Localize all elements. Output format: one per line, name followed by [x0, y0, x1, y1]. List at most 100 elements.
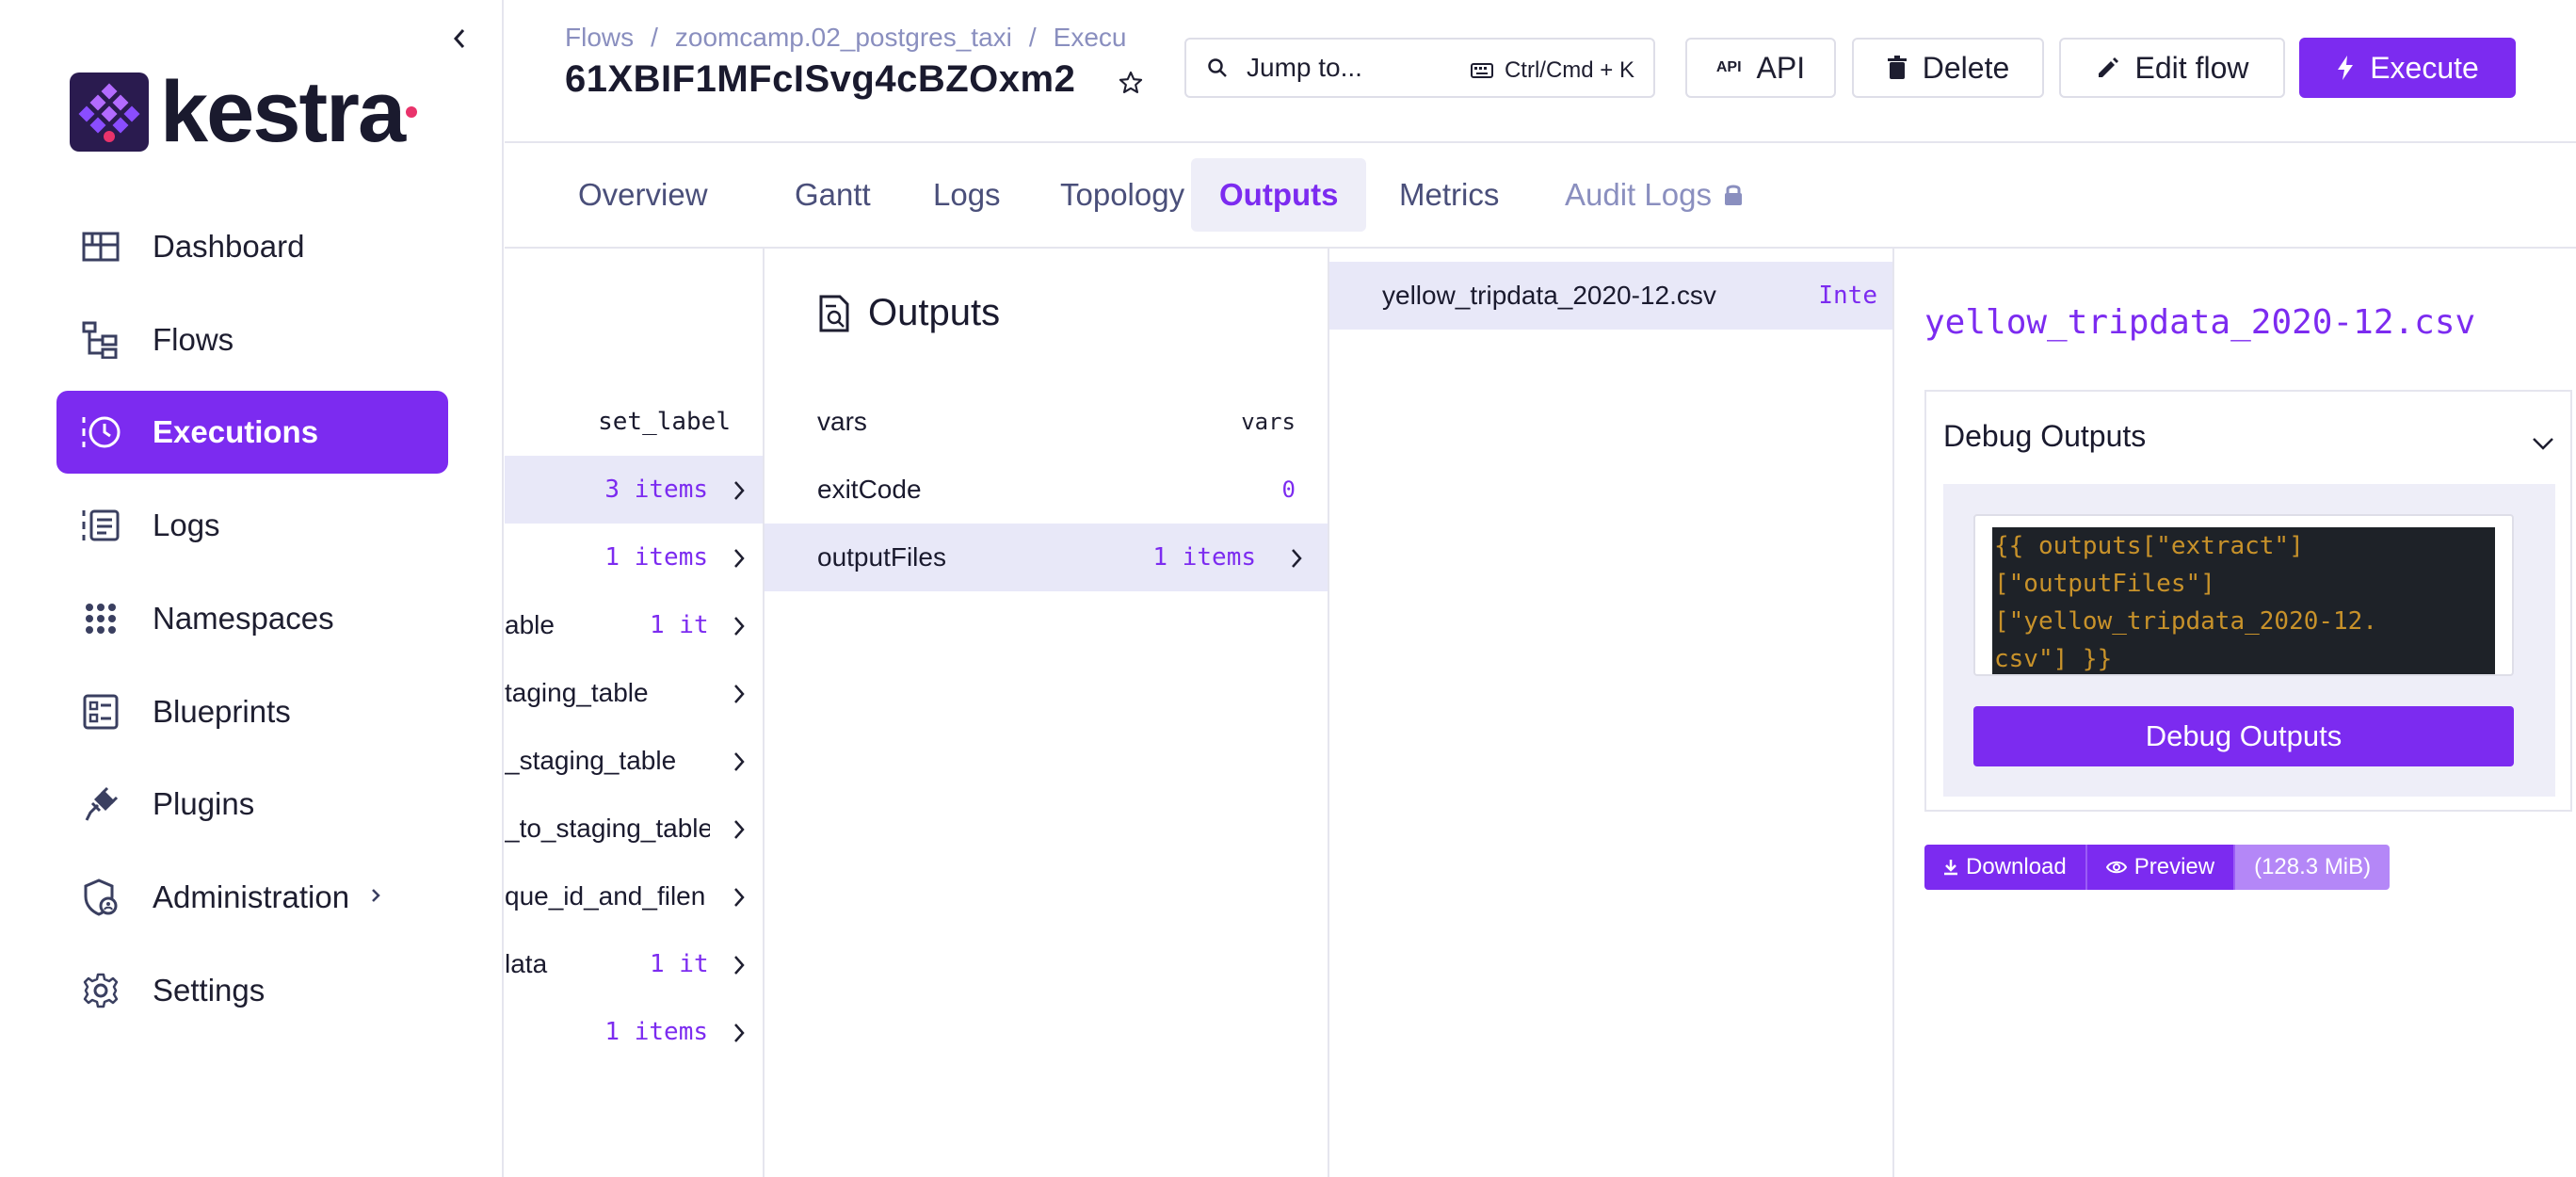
tab-topology[interactable]: Topology: [1032, 158, 1213, 232]
tab-label: Outputs: [1219, 177, 1339, 212]
collapse-sidebar-button[interactable]: [446, 24, 473, 53]
pencil-icon: [2098, 57, 2118, 77]
file-type: Inte: [1818, 282, 1877, 310]
sidebar-item-label: Settings: [153, 973, 266, 1008]
tab-label: Audit Logs: [1565, 177, 1712, 212]
api-button[interactable]: API API: [1685, 38, 1836, 98]
chevron-right-icon: [733, 1021, 746, 1051]
list-item[interactable]: _to_staging_table: [505, 795, 763, 863]
api-icon: API: [1715, 59, 1742, 75]
output-value: 0: [1281, 476, 1296, 503]
output-file-title: yellow_tripdata_2020-12.csv: [1924, 303, 2476, 342]
chevron-left-icon: [453, 29, 465, 48]
list-item[interactable]: taging_table: [505, 659, 763, 727]
keyboard-icon: [1470, 63, 1493, 78]
chevron-right-icon: [733, 546, 746, 576]
list-item[interactable]: que_id_and_filen: [505, 863, 763, 930]
jump-to-search[interactable]: Jump to... Ctrl/Cmd + K: [1184, 38, 1655, 98]
tab-gantt[interactable]: Gantt: [766, 158, 899, 232]
list-item[interactable]: 1 items: [505, 524, 763, 591]
list-item[interactable]: able 1 ite: [505, 591, 763, 659]
sidebar-item-label: Namespaces: [153, 601, 334, 636]
preview-button[interactable]: Preview: [2086, 845, 2236, 890]
lightning-icon: [2338, 56, 2354, 80]
plugins-icon: [79, 782, 122, 826]
sidebar: kestra Dashboard Flows Executions Logs N…: [0, 0, 504, 1177]
expression-editor[interactable]: {{ outputs["extract"] ["outputFiles"] ["…: [1973, 514, 2514, 676]
favorite-star-button[interactable]: [1114, 66, 1148, 100]
wordmark-dot: [406, 106, 418, 118]
task-name: que_id_and_filen: [505, 881, 706, 911]
file-actions: Download Preview (128.3 MiB): [1924, 845, 2391, 890]
item-count: 3 items: [604, 476, 708, 504]
sidebar-item-label: Flows: [153, 322, 234, 357]
execute-button[interactable]: Execute: [2299, 38, 2516, 98]
sidebar-item-namespaces[interactable]: Namespaces: [56, 577, 448, 660]
sidebar-item-blueprints[interactable]: Blueprints: [56, 670, 448, 753]
breadcrumb-separator: /: [1028, 23, 1037, 52]
sidebar-item-dashboard[interactable]: Dashboard: [56, 205, 448, 288]
debug-outputs-button[interactable]: Debug Outputs: [1973, 706, 2514, 766]
eye-icon: [2105, 861, 2127, 874]
sidebar-item-label: Blueprints: [153, 694, 291, 729]
list-item[interactable]: set_label: [505, 388, 763, 456]
trash-icon: [1887, 56, 1907, 79]
delete-button[interactable]: Delete: [1852, 38, 2044, 98]
debug-outputs-panel: Debug Outputs {{ outputs["extract"] ["ou…: [1924, 390, 2572, 812]
output-value: vars: [1241, 409, 1296, 435]
item-count: 1 ite: [650, 611, 708, 639]
item-count: 1 items: [604, 1018, 708, 1046]
sidebar-item-label: Logs: [153, 508, 220, 542]
star-icon: [1119, 71, 1143, 93]
kestra-logo[interactable]: kestra: [70, 69, 418, 155]
sidebar-item-flows[interactable]: Flows: [56, 298, 448, 381]
sidebar-item-logs[interactable]: Logs: [56, 484, 448, 567]
tab-label: Overview: [578, 177, 708, 212]
tab-metrics[interactable]: Metrics: [1371, 158, 1527, 232]
preview-label: Preview: [2133, 854, 2215, 879]
item-count: 1 items: [604, 543, 708, 572]
download-label: Download: [1966, 854, 2067, 879]
list-item[interactable]: 3 items: [505, 456, 763, 524]
debug-outputs-toggle[interactable]: Debug Outputs: [1943, 409, 2555, 463]
list-item[interactable]: yellow_tripdata_2020-12.csv Inte: [1329, 262, 1892, 330]
chevron-right-icon: [733, 817, 746, 847]
list-item[interactable]: vars vars: [765, 388, 1328, 456]
expression-code[interactable]: {{ outputs["extract"] ["outputFiles"] ["…: [1992, 527, 2495, 674]
administration-icon: [79, 876, 122, 919]
list-item[interactable]: _staging_table: [505, 727, 763, 795]
search-placeholder: Jump to...: [1247, 53, 1362, 82]
tab-overview[interactable]: Overview: [550, 158, 736, 232]
download-button[interactable]: Download: [1924, 845, 2087, 890]
chevron-right-icon: [370, 887, 381, 909]
lock-icon: [1724, 185, 1742, 205]
sidebar-item-administration[interactable]: Administration: [56, 856, 448, 939]
sidebar-item-plugins[interactable]: Plugins: [56, 763, 448, 846]
list-item[interactable]: 1 items: [505, 998, 763, 1066]
task-name: _to_staging_table: [505, 814, 710, 843]
breadcrumb-namespace-flow[interactable]: zoomcamp.02_postgres_taxi: [675, 23, 1012, 52]
download-icon: [1944, 860, 1957, 876]
logs-icon: [79, 504, 122, 547]
execute-button-label: Execute: [2370, 50, 2479, 85]
task-name: able: [505, 610, 555, 639]
item-count: 1 ite: [650, 950, 708, 978]
tab-logs[interactable]: Logs: [905, 158, 1029, 232]
execution-tabs: Overview Gantt Logs Topology Outputs Met…: [505, 143, 2576, 249]
sidebar-item-settings[interactable]: Settings: [56, 949, 448, 1032]
outputs-title: Outputs: [868, 292, 1001, 333]
breadcrumb-executions[interactable]: Execu: [1054, 23, 1127, 52]
sidebar-item-executions[interactable]: Executions: [56, 391, 448, 474]
settings-icon: [79, 969, 122, 1012]
chevron-right-icon: [733, 682, 746, 712]
list-item[interactable]: lata 1 ite: [505, 930, 763, 998]
tab-audit-logs[interactable]: Audit Logs: [1537, 158, 1772, 232]
list-item[interactable]: outputFiles 1 items: [765, 524, 1328, 591]
blueprints-icon: [79, 690, 122, 734]
namespaces-icon: [79, 597, 122, 640]
breadcrumb-flows[interactable]: Flows: [565, 23, 634, 52]
chevron-right-icon: [733, 614, 746, 644]
edit-flow-button[interactable]: Edit flow: [2059, 38, 2285, 98]
list-item[interactable]: exitCode 0: [765, 456, 1328, 524]
tab-outputs[interactable]: Outputs: [1191, 158, 1367, 232]
